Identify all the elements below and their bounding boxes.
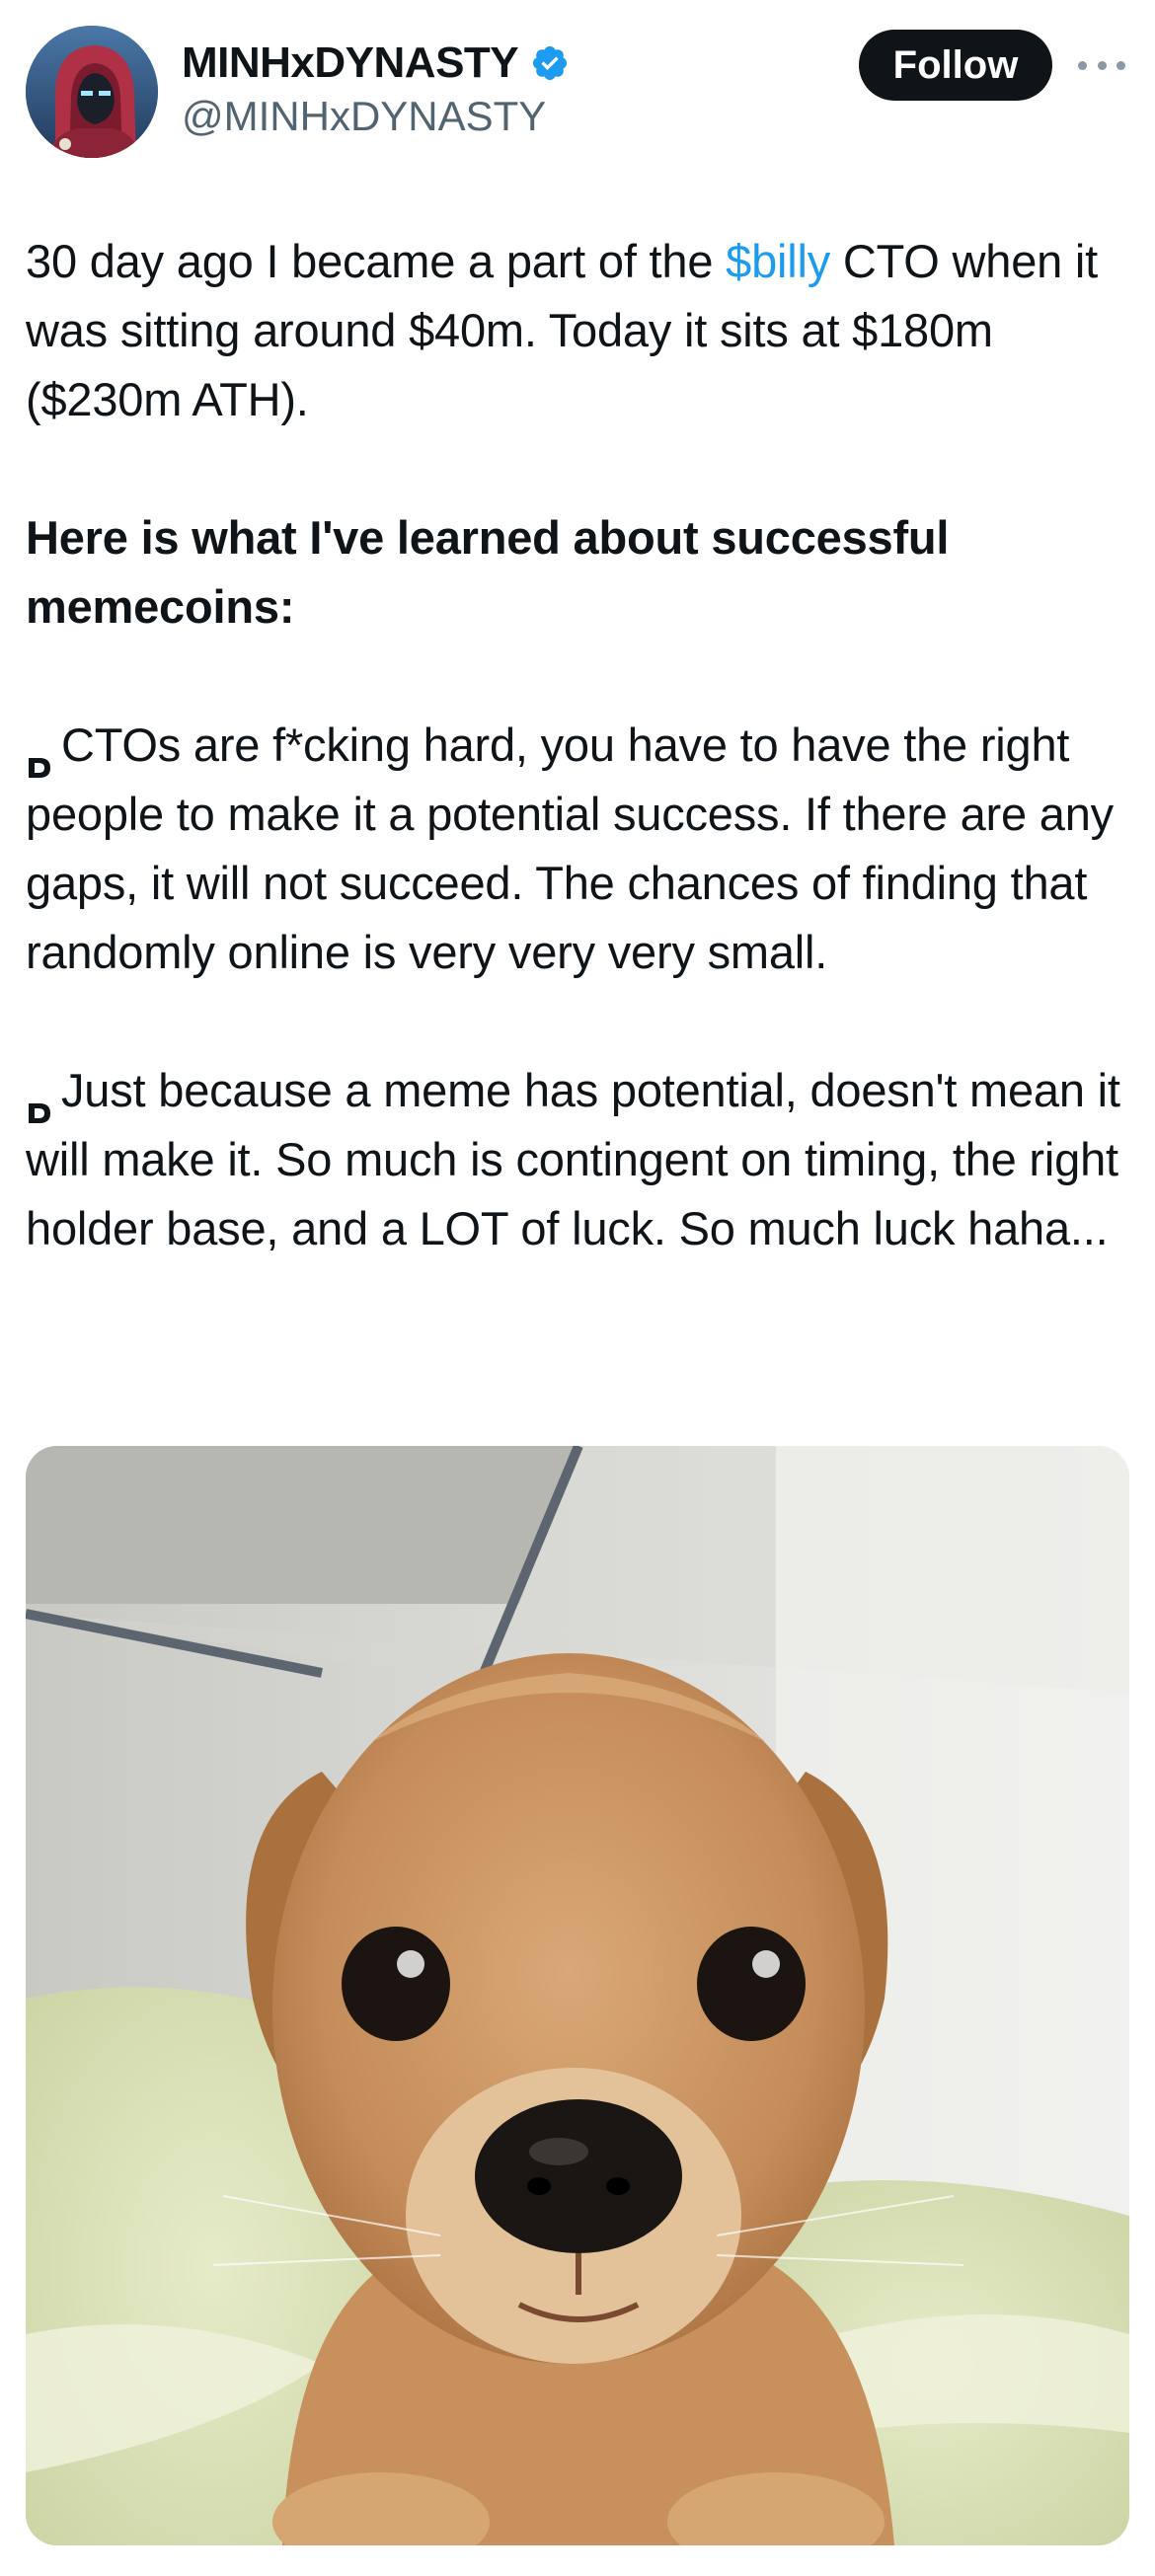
tweet-media-image[interactable] bbox=[26, 1446, 1129, 2545]
bullet-2-text: Just because a meme has potential, doesn… bbox=[26, 1064, 1120, 1254]
intro-text-start: 30 day ago I became a part of the bbox=[26, 235, 727, 287]
tweet-header: MINHxDYNASTY @MINHxDYNASTY Follow bbox=[0, 0, 1155, 178]
bullet-icon bbox=[26, 1077, 53, 1123]
more-horizontal-icon[interactable] bbox=[1078, 47, 1125, 83]
tweet-post: MINHxDYNASTY @MINHxDYNASTY Follow 30 day… bbox=[0, 0, 1155, 2576]
tweet-heading: Here is what I've learned about successf… bbox=[26, 511, 950, 633]
verified-badge-icon bbox=[530, 43, 570, 83]
author-handle[interactable]: @MINHxDYNASTY bbox=[182, 91, 546, 142]
author-name-row: MINHxDYNASTY bbox=[182, 36, 570, 91]
tweet-bullet-2: Just because a meme has potential, doesn… bbox=[26, 1056, 1131, 1263]
tweet-paragraph-intro: 30 day ago I became a part of the $billy… bbox=[26, 227, 1131, 434]
avatar[interactable] bbox=[26, 26, 158, 158]
puppy-photo-icon bbox=[26, 1446, 1129, 2545]
tweet-bullet-1: CTOs are f*cking hard, you have to have … bbox=[26, 711, 1131, 987]
cashtag-link[interactable]: $billy bbox=[726, 235, 830, 287]
hooded-figure-avatar-icon bbox=[26, 26, 158, 158]
bullet-1-text: CTOs are f*cking hard, you have to have … bbox=[26, 719, 1114, 978]
bullet-icon bbox=[26, 731, 53, 778]
follow-button[interactable]: Follow bbox=[859, 30, 1052, 101]
display-name[interactable]: MINHxDYNASTY bbox=[182, 36, 519, 91]
tweet-text: 30 day ago I became a part of the $billy… bbox=[26, 227, 1131, 1263]
